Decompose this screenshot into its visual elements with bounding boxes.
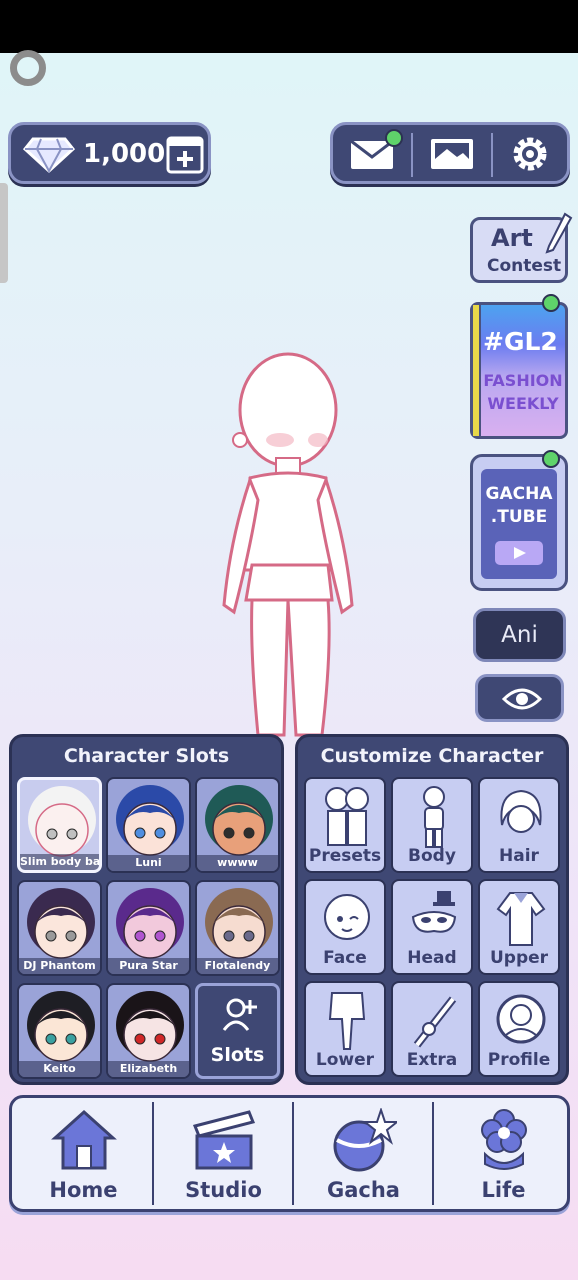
gacha-ball-icon: [333, 1108, 397, 1172]
character-slot-name: Luni: [108, 855, 189, 871]
character-slot-name: DJ Phantom: [19, 958, 100, 974]
profile-button[interactable]: Profile: [478, 981, 560, 1077]
divider: [411, 133, 413, 177]
eye-icon: [502, 688, 542, 710]
character-slot-name: Elizabeth: [108, 1061, 189, 1077]
character-portrait: [27, 991, 95, 1062]
character-portrait: [116, 991, 184, 1062]
character-slot[interactable]: Pura Star: [106, 880, 191, 976]
nav-life[interactable]: Life: [434, 1098, 573, 1209]
mail-notification-dot: [385, 129, 403, 147]
character-slot[interactable]: Flotalendy: [195, 880, 280, 976]
face-icon: [324, 894, 370, 940]
presets-button[interactable]: Presets: [304, 777, 386, 873]
character-slot-name: Keito: [19, 1061, 100, 1077]
nav-studio[interactable]: Studio: [154, 1098, 293, 1209]
character-slot[interactable]: Slim body bas: [17, 777, 102, 873]
character-slot[interactable]: Luni: [106, 777, 191, 873]
ani-button[interactable]: Ani: [473, 608, 566, 662]
top-right-toolbar: [330, 122, 570, 184]
panel-title: Character Slots: [63, 745, 230, 767]
gem-count: 1,000: [83, 139, 166, 169]
play-icon: [495, 541, 543, 565]
face-button[interactable]: Face: [304, 879, 386, 975]
character-slot[interactable]: DJ Phantom: [17, 880, 102, 976]
customize-character-panel: Customize Character Presets Body Hair Fa…: [295, 734, 569, 1085]
gear-icon[interactable]: [509, 133, 551, 175]
character-portrait: [116, 785, 184, 856]
bottom-navigation: Home Studio Gacha Life: [9, 1095, 570, 1212]
upper-button[interactable]: Upper: [478, 879, 560, 975]
diamond-icon: [23, 137, 75, 173]
add-user-icon: [222, 998, 257, 1031]
record-circle-icon[interactable]: [10, 50, 46, 86]
sword-icon: [413, 996, 457, 1048]
flower-icon: [481, 1109, 527, 1170]
hair-icon: [500, 789, 542, 833]
eye-toggle-button[interactable]: [475, 674, 564, 722]
presets-icon: [325, 787, 369, 846]
head-accessory-icon: [411, 891, 457, 933]
gallery-icon[interactable]: [429, 135, 475, 173]
character-slots-panel: Character Slots Slim body bas Luni wwww DJ …: [9, 734, 284, 1085]
character-slot-name: Pura Star: [108, 958, 189, 974]
character-portrait: [116, 888, 184, 959]
character-preview[interactable]: [210, 350, 370, 740]
character-slot[interactable]: Keito: [17, 983, 102, 1079]
character-slot[interactable]: Elizabeth: [106, 983, 191, 1079]
divider: [491, 133, 493, 177]
status-bar: [0, 0, 578, 53]
currency-bar: 1,000: [8, 122, 211, 184]
pencil-icon: [545, 212, 573, 254]
character-portrait: [205, 888, 273, 959]
body-button[interactable]: Body: [391, 777, 473, 873]
pants-icon: [328, 992, 366, 1050]
gacha-tube-button[interactable]: GACHA .TUBE: [470, 454, 568, 591]
shirt-icon: [496, 892, 546, 946]
add-slot-button[interactable]: Slots: [195, 983, 280, 1079]
character-slot-name: Flotalendy: [197, 958, 278, 974]
character-slot-name: Slim body bas: [20, 854, 99, 870]
lower-button[interactable]: Lower: [304, 981, 386, 1077]
book-spine: [473, 305, 481, 436]
add-gems-video-icon[interactable]: [165, 135, 205, 175]
character-portrait: [28, 786, 96, 857]
body-icon: [423, 786, 445, 848]
extra-button[interactable]: Extra: [391, 981, 473, 1077]
hair-button[interactable]: Hair: [478, 777, 560, 873]
character-portrait: [27, 888, 95, 959]
head-button[interactable]: Head: [391, 879, 473, 975]
tube-notification-dot: [542, 450, 560, 468]
character-portrait: [205, 785, 273, 856]
nav-gacha[interactable]: Gacha: [294, 1098, 433, 1209]
character-slot-name: wwww: [197, 855, 278, 871]
fashion-weekly-button[interactable]: #GL2 FASHION WEEKLY: [470, 302, 568, 439]
character-slot[interactable]: wwww: [195, 777, 280, 873]
side-edge-tab[interactable]: [0, 183, 8, 283]
profile-icon: [496, 994, 546, 1044]
art-contest-button[interactable]: Art Contest: [470, 212, 573, 283]
house-icon: [51, 1109, 117, 1170]
clapperboard-icon: [192, 1110, 256, 1170]
nav-home[interactable]: Home: [14, 1098, 153, 1209]
fashion-notification-dot: [542, 294, 560, 312]
panel-title: Customize Character: [320, 745, 544, 767]
